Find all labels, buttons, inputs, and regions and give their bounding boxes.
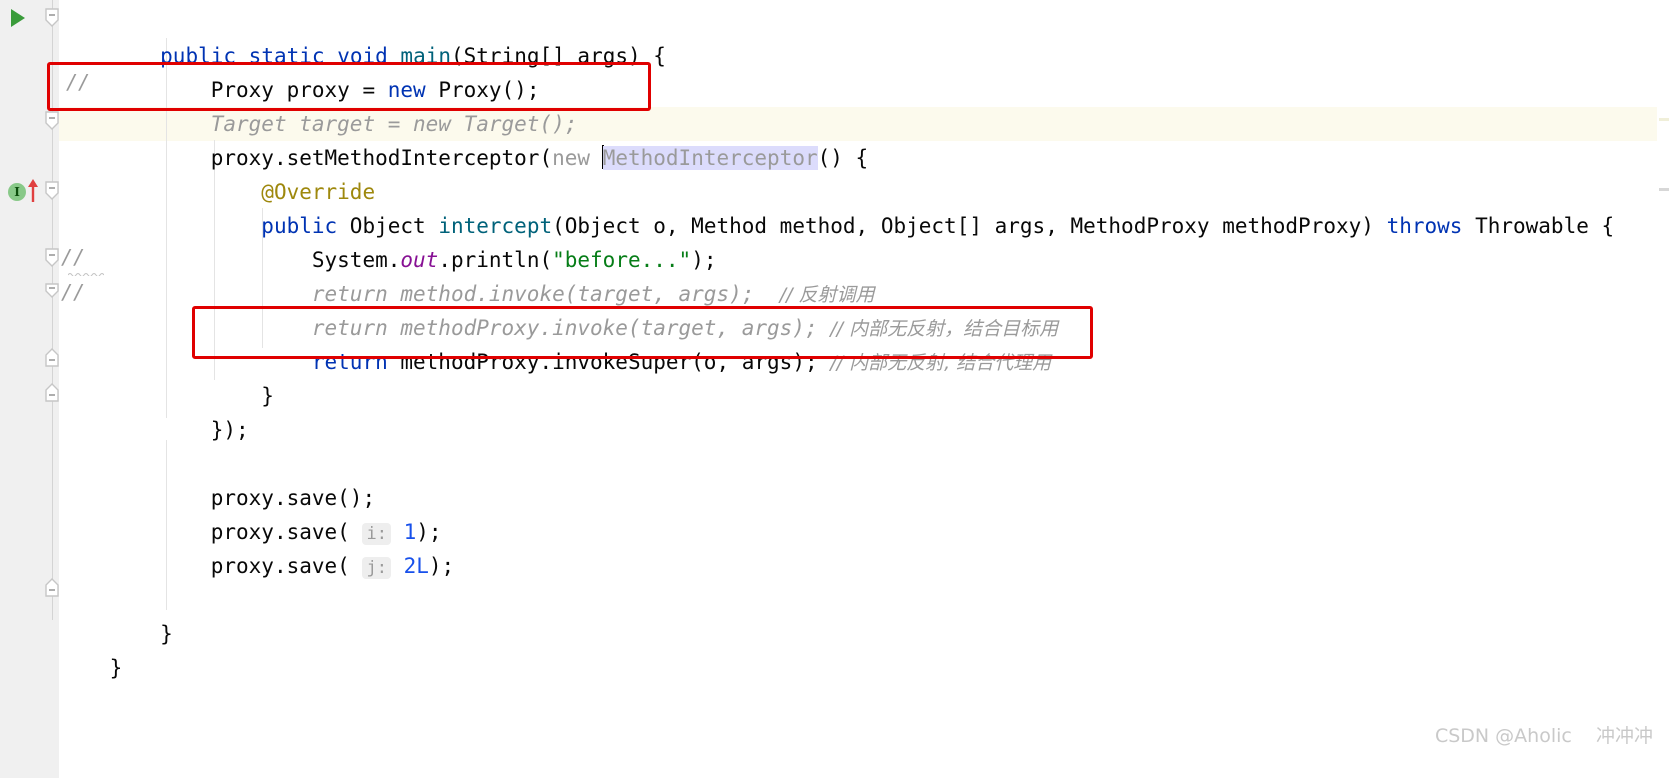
code-line[interactable]: } xyxy=(59,345,1671,408)
code-line[interactable]: }); xyxy=(59,379,1671,442)
code-line[interactable]: Proxy proxy = new Proxy(); xyxy=(59,39,1671,102)
code-line[interactable]: public Object intercept(Object o, Method… xyxy=(59,175,1671,238)
code-line[interactable]: proxy.save( j: 2L); xyxy=(59,515,1671,579)
code-line[interactable]: proxy.save(); xyxy=(59,447,1671,510)
scrollbar-marker[interactable] xyxy=(1659,188,1669,191)
code-line[interactable]: public static void main(String[] args) { xyxy=(59,5,1671,68)
code-line-commented[interactable]: return method.invoke(target, args); // 反… xyxy=(59,243,1671,306)
code-line-empty[interactable] xyxy=(59,413,1671,447)
editor-gutter[interactable] xyxy=(0,0,45,778)
code-line-commented[interactable]: return methodProxy.invoke(target, args);… xyxy=(59,277,1671,340)
code-line-annotation[interactable]: @Override xyxy=(59,141,1671,204)
code-line-invokesuper[interactable]: return methodProxy.invokeSuper(o, args);… xyxy=(59,311,1671,374)
code-line[interactable]: } xyxy=(59,617,1671,680)
code-line-current[interactable]: proxy.setMethodInterceptor(new MethodInt… xyxy=(59,107,1671,170)
code-line-commented[interactable]: Target target = new Target(); xyxy=(59,73,1671,136)
override-arrow-icon xyxy=(28,179,38,202)
inspection-squiggle xyxy=(68,273,104,276)
code-line[interactable]: proxy.save( i: 1); xyxy=(59,481,1671,545)
implementing-method-icon[interactable]: I xyxy=(8,179,38,202)
implementation-marker-letter: I xyxy=(8,183,26,201)
fold-region-line xyxy=(51,0,53,620)
code-editor[interactable]: I // // // public static void main(Strin… xyxy=(0,0,1671,778)
code-line[interactable]: } xyxy=(59,583,1671,646)
code-line[interactable]: System.out.println("before..."); xyxy=(59,209,1671,272)
code-line-empty[interactable] xyxy=(59,549,1671,583)
editor-scrollbar[interactable] xyxy=(1657,0,1671,778)
scrollbar-marker[interactable] xyxy=(1659,118,1669,121)
run-triangle-icon[interactable] xyxy=(11,9,25,27)
watermark-text: CSDN @Aholic 冲冲冲 xyxy=(1434,725,1653,747)
